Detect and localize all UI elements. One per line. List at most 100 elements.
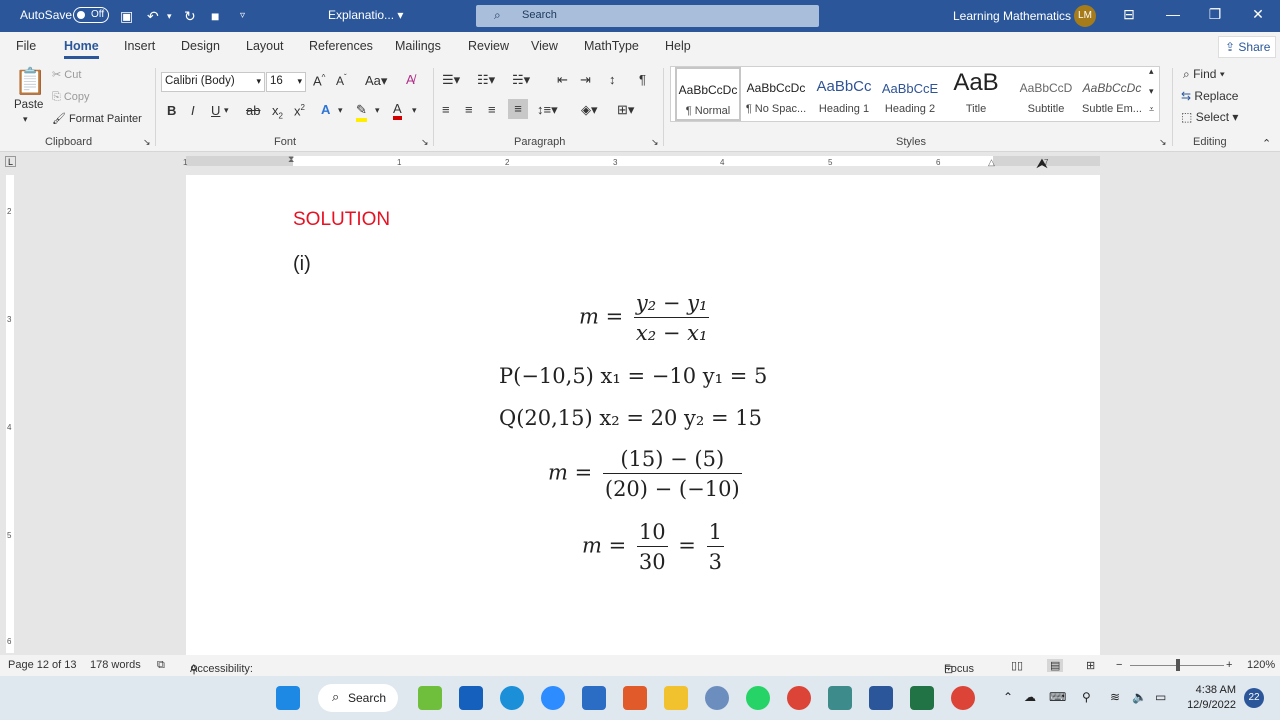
proofing-icon[interactable]: ⧉ bbox=[157, 659, 165, 672]
share-button[interactable]: ⇪ Share bbox=[1218, 36, 1276, 58]
paste-dropdown-icon[interactable]: ▾ bbox=[23, 114, 28, 125]
strikethrough-icon[interactable]: ab bbox=[246, 103, 260, 118]
excel-icon[interactable] bbox=[910, 686, 934, 710]
equation-substitution[interactable]: m = (15) − (5) (20) − (−10) bbox=[548, 447, 746, 501]
style-normal[interactable]: AaBbCcDc ¶ Normal bbox=[675, 67, 741, 121]
undo-dropdown-icon[interactable]: ▾ bbox=[167, 11, 172, 22]
cut-button[interactable]: ✂ Cut bbox=[52, 68, 81, 81]
redo-icon[interactable]: ↻ bbox=[184, 8, 196, 25]
style-no-spacing[interactable]: AaBbCcDc ¶ No Spac... bbox=[743, 67, 809, 121]
indent-marker-icon[interactable]: ⧗ bbox=[288, 154, 294, 165]
numbering-icon[interactable]: ☷▾ bbox=[477, 72, 495, 88]
paste-icon[interactable]: 📋 bbox=[14, 66, 46, 97]
page-count[interactable]: Page 12 of 13 bbox=[8, 659, 77, 671]
zoom-out-icon[interactable]: − bbox=[1116, 659, 1122, 671]
customize-quick-access-icon[interactable]: ▿ bbox=[240, 10, 245, 21]
document-title[interactable]: Explanatio... ▾ bbox=[328, 8, 403, 22]
keyboard-icon[interactable]: ⌨ bbox=[1049, 690, 1066, 704]
onedrive-icon[interactable]: ☁ bbox=[1024, 690, 1036, 704]
save-icon[interactable]: ▣ bbox=[120, 8, 133, 25]
align-center-icon[interactable]: ≡ bbox=[465, 102, 473, 117]
align-right-icon[interactable]: ≡ bbox=[488, 102, 496, 117]
read-mode-icon[interactable]: ▯▯ bbox=[1011, 659, 1023, 672]
wifi-icon[interactable]: ≋ bbox=[1110, 690, 1120, 704]
style-heading-1[interactable]: AaBbCc Heading 1 bbox=[811, 67, 877, 121]
app-icon-green[interactable] bbox=[418, 686, 442, 710]
format-painter-button[interactable]: 🖌 Format Painter bbox=[52, 112, 142, 125]
style-subtle-emphasis[interactable]: AaBbCcDc Subtle Em... bbox=[1079, 67, 1145, 121]
tab-mathtype[interactable]: MathType bbox=[584, 39, 639, 53]
zoom-in-icon[interactable]: + bbox=[1226, 659, 1232, 671]
superscript-icon[interactable]: x2 bbox=[294, 103, 305, 118]
styles-scroll-up-icon[interactable]: ▴ bbox=[1149, 66, 1154, 77]
justify-icon[interactable]: ≡ bbox=[508, 99, 528, 119]
style-subtitle[interactable]: AaBbCcD Subtitle bbox=[1013, 67, 1079, 121]
tab-mailings[interactable]: Mailings bbox=[395, 39, 441, 53]
quick-access-blank-icon[interactable]: ■ bbox=[211, 8, 219, 24]
borders-icon[interactable]: ⊞▾ bbox=[617, 102, 634, 118]
subscript-icon[interactable]: x2 bbox=[272, 103, 283, 121]
snipping-tool-icon[interactable] bbox=[623, 686, 647, 710]
tab-selector-icon[interactable]: L bbox=[5, 156, 16, 167]
edge-icon[interactable] bbox=[500, 686, 524, 710]
collapse-ribbon-icon[interactable]: ⌃ bbox=[1262, 137, 1271, 150]
tab-file[interactable]: File bbox=[16, 39, 36, 53]
tab-view[interactable]: View bbox=[531, 39, 558, 53]
avatar[interactable]: LM bbox=[1074, 5, 1096, 27]
web-layout-icon[interactable]: ⊞ bbox=[1086, 659, 1095, 672]
font-launcher-icon[interactable]: ↘ bbox=[421, 137, 429, 148]
highlight-dropdown-icon[interactable]: ▾ bbox=[375, 105, 380, 116]
multilevel-list-icon[interactable]: ☵▾ bbox=[512, 72, 530, 88]
paste-button[interactable]: Paste bbox=[14, 99, 43, 111]
autosave-toggle[interactable]: Off bbox=[73, 7, 109, 23]
app-icon-teal[interactable] bbox=[828, 686, 852, 710]
equation-point-p[interactable]: P(−10,5) x₁ = −10 y₁ = 5 bbox=[499, 364, 767, 388]
zoom-level[interactable]: 120% bbox=[1247, 659, 1275, 671]
decrease-indent-icon[interactable]: ⇤ bbox=[557, 72, 568, 88]
chrome-icon[interactable] bbox=[787, 686, 811, 710]
show-formatting-icon[interactable]: ¶ bbox=[639, 72, 646, 87]
shrink-font-icon[interactable]: Aˇ bbox=[336, 73, 347, 88]
paragraph-launcher-icon[interactable]: ↘ bbox=[651, 137, 659, 148]
chrome-profile-icon[interactable] bbox=[951, 686, 975, 710]
word-icon[interactable] bbox=[869, 686, 893, 710]
styles-launcher-icon[interactable]: ↘ bbox=[1159, 137, 1167, 148]
zoom-app-icon[interactable] bbox=[541, 686, 565, 710]
copy-button[interactable]: ⎘ Copy bbox=[52, 91, 90, 104]
close-icon[interactable]: ✕ bbox=[1247, 6, 1269, 23]
tab-layout[interactable]: Layout bbox=[246, 39, 284, 53]
mail-icon[interactable] bbox=[459, 686, 483, 710]
italic-icon[interactable]: I bbox=[191, 103, 195, 118]
style-title[interactable]: AaB Title bbox=[943, 67, 1009, 121]
whatsapp-icon[interactable] bbox=[746, 686, 770, 710]
tab-design[interactable]: Design bbox=[181, 39, 220, 53]
style-heading-2[interactable]: AaBbCcE Heading 2 bbox=[877, 67, 943, 121]
replace-button[interactable]: ⇆ Replace bbox=[1181, 89, 1238, 103]
styles-scroll-down-icon[interactable]: ▾ bbox=[1149, 86, 1154, 97]
sort-icon[interactable]: ↕ bbox=[609, 72, 616, 87]
clear-formatting-icon[interactable]: A̸ bbox=[406, 72, 415, 87]
file-explorer-icon[interactable] bbox=[664, 686, 688, 710]
align-left-icon[interactable]: ≡ bbox=[442, 102, 450, 117]
print-layout-icon[interactable]: ▤ bbox=[1047, 659, 1064, 672]
underline-dropdown-icon[interactable]: ▾ bbox=[224, 105, 229, 116]
tab-home[interactable]: Home bbox=[64, 39, 99, 59]
line-spacing-icon[interactable]: ↕≡▾ bbox=[537, 102, 558, 118]
tab-insert[interactable]: Insert bbox=[124, 39, 155, 53]
equation-slope-formula[interactable]: m = y₂ − y₁ x₂ − x₁ bbox=[579, 291, 713, 345]
tray-overflow-icon[interactable]: ⌃ bbox=[1003, 690, 1013, 704]
text-effects-icon[interactable]: A bbox=[321, 102, 330, 117]
taskbar-search[interactable]: ⌕ Search bbox=[318, 684, 398, 712]
word-count[interactable]: 178 words bbox=[90, 659, 141, 671]
store-icon[interactable] bbox=[582, 686, 606, 710]
font-color-dropdown-icon[interactable]: ▾ bbox=[412, 105, 417, 116]
font-name-combo[interactable]: Calibri (Body) ▾ bbox=[161, 72, 265, 92]
font-size-combo[interactable]: 16 ▾ bbox=[266, 72, 306, 92]
ribbon-display-icon[interactable]: ⊟ bbox=[1118, 6, 1140, 23]
font-color-icon[interactable]: A bbox=[393, 101, 402, 120]
restore-icon[interactable]: ❐ bbox=[1204, 6, 1226, 23]
battery-icon[interactable]: ▭ bbox=[1155, 690, 1166, 704]
bullets-icon[interactable]: ☰▾ bbox=[442, 72, 460, 88]
location-icon[interactable]: ⚲ bbox=[1082, 690, 1091, 704]
windows-start-icon[interactable] bbox=[276, 686, 300, 710]
